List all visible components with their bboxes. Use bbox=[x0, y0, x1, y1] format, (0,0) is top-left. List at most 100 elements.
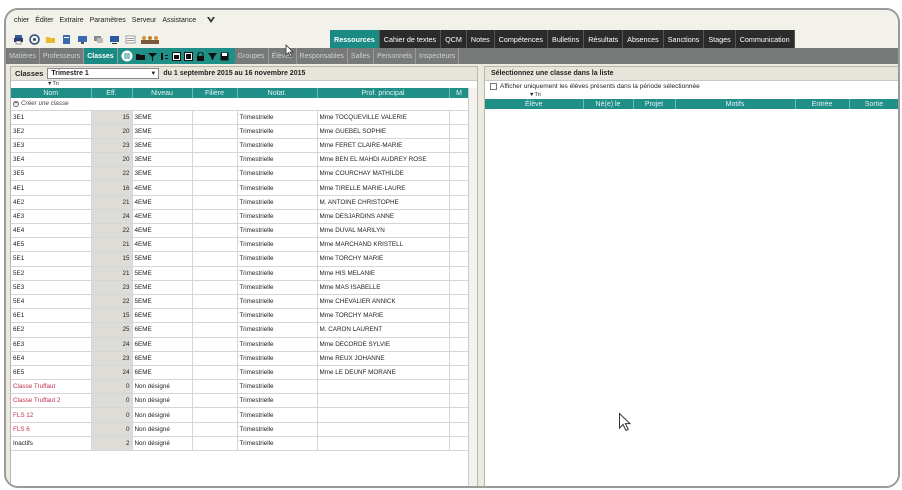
students-sort-indicator[interactable]: ▼Tri bbox=[485, 92, 898, 99]
table-row[interactable]: 3E3 23 3EME Trimestrielle Mme FERET CLAIRE-M… bbox=[11, 138, 470, 154]
table-row[interactable]: 4E2 21 4EME Trimestrielle M. ANTOINE CHRISTO… bbox=[11, 195, 470, 210]
subtab-salles[interactable]: Salles bbox=[348, 48, 374, 64]
column-header-notat[interactable]: Notat. bbox=[237, 88, 318, 98]
tab-notes[interactable]: Notes bbox=[466, 30, 495, 48]
column-header-projet[interactable]: Projet bbox=[633, 99, 676, 109]
menu-fichier[interactable]: chier bbox=[14, 17, 29, 24]
create-class-row[interactable]: + Créer une classe bbox=[11, 98, 470, 111]
subtab-responsables[interactable]: Responsables bbox=[297, 48, 348, 64]
table-row[interactable]: 6E2 25 6EME Trimestrielle M. CARON LAURENT bbox=[11, 322, 470, 338]
trophy-icon[interactable] bbox=[207, 52, 217, 61]
column-header-m[interactable]: M bbox=[449, 88, 470, 98]
tab-qcm[interactable]: QCM bbox=[441, 30, 467, 48]
subtab-classes[interactable]: Classes bbox=[84, 48, 118, 64]
column-header-nom[interactable]: Nom bbox=[11, 88, 92, 98]
tab-bulletins[interactable]: Bulletins bbox=[548, 30, 585, 48]
table-row[interactable]: 5E2 21 5EME Trimestrielle Mme HIS MELANIE bbox=[11, 266, 470, 281]
menu-parametres[interactable]: Paramètres bbox=[90, 17, 126, 24]
table-row[interactable]: 6E1 15 6EME Trimestrielle Mme TORCHY MARIE bbox=[11, 308, 470, 324]
table-row[interactable]: Classe Truffaut 0 Non désigné Trimestrielle bbox=[11, 379, 470, 395]
column-header-motifs[interactable]: Motifs bbox=[675, 99, 796, 109]
cell-niveau: 5EME bbox=[132, 266, 193, 281]
folder-view-icon[interactable] bbox=[135, 52, 145, 61]
table-row[interactable]: 3E5 22 3EME Trimestrielle Mme COURCHAY MATHI… bbox=[11, 166, 470, 182]
column-header-prof-principal[interactable]: Prof. principal bbox=[317, 88, 450, 98]
vertical-scrollbar[interactable] bbox=[468, 88, 477, 486]
email-icon[interactable] bbox=[28, 33, 40, 45]
menu-extraire[interactable]: Extraire bbox=[59, 17, 83, 24]
table-row[interactable]: Classe Truffaut 2 0 Non désigné Trimestriel… bbox=[11, 393, 470, 409]
grid-icon[interactable] bbox=[183, 51, 193, 61]
present-only-option[interactable]: Afficher uniquement les élèves présents … bbox=[485, 81, 898, 92]
table-row[interactable]: 5E3 23 5EME Trimestrielle Mme MAS ISABELLE bbox=[11, 280, 470, 295]
column-header-niveau[interactable]: Niveau bbox=[132, 88, 193, 98]
table-row[interactable]: 3E2 20 3EME Trimestrielle Mme GUEBEL SOPHIE bbox=[11, 124, 470, 139]
subtab-matieres[interactable]: Matières bbox=[6, 48, 40, 64]
tab-competences[interactable]: Compétences bbox=[494, 30, 549, 48]
menu-editer[interactable]: Éditer bbox=[35, 17, 53, 24]
table-row[interactable]: 4E1 16 4EME Trimestrielle Mme TIRELLE MARIE-… bbox=[11, 180, 470, 196]
column-header-entree[interactable]: Entrée bbox=[795, 99, 850, 109]
subtab-groupes[interactable]: Groupes bbox=[235, 48, 269, 64]
cell-eff: 15 bbox=[91, 251, 133, 267]
subtab-personnels[interactable]: Personnels bbox=[374, 48, 417, 64]
table-row[interactable]: Inactifs 2 Non désigné Trimestrielle bbox=[11, 436, 470, 452]
list-view-icon[interactable] bbox=[121, 50, 133, 62]
cell-filiere bbox=[192, 237, 238, 253]
lock-icon[interactable] bbox=[196, 51, 205, 61]
column-header-eff[interactable]: Eff. bbox=[91, 88, 133, 98]
document-icon[interactable] bbox=[60, 33, 72, 45]
tab-ressources[interactable]: Ressources bbox=[330, 30, 380, 48]
sort-indicator[interactable]: ▼Tri bbox=[11, 81, 477, 88]
tab-absences[interactable]: Absences bbox=[623, 30, 664, 48]
cell-notat: Trimestrielle bbox=[237, 365, 318, 381]
users-icon[interactable] bbox=[76, 33, 88, 45]
table-row[interactable]: 6E4 23 6EME Trimestrielle Mme REUX JOHANNE bbox=[11, 351, 470, 366]
table-row[interactable]: 4E5 21 4EME Trimestrielle Mme MARCHAND KRIST… bbox=[11, 237, 470, 253]
list-icon[interactable] bbox=[124, 33, 136, 45]
present-only-checkbox[interactable] bbox=[490, 83, 497, 90]
column-header-eleve[interactable]: Élève bbox=[485, 99, 584, 109]
table-row[interactable]: 4E4 22 4EME Trimestrielle Mme DUVAL MARILYN bbox=[11, 223, 470, 239]
cell-prof-principal: Mme BEN EL MAHDI AUDREY ROSE bbox=[317, 152, 450, 168]
tab-sanctions[interactable]: Sanctions bbox=[663, 30, 705, 48]
menu-serveur[interactable]: Serveur bbox=[132, 17, 157, 24]
column-header-sortie[interactable]: Sortie bbox=[849, 99, 898, 109]
group-icon[interactable] bbox=[140, 33, 160, 45]
subtab-professeurs[interactable]: Professeurs bbox=[40, 48, 85, 64]
folder-icon[interactable] bbox=[44, 33, 56, 45]
column-header-filiere[interactable]: Filière bbox=[192, 88, 238, 98]
save-icon[interactable] bbox=[220, 52, 229, 61]
calendar-icon[interactable] bbox=[171, 51, 181, 61]
subtab-inspecteurs[interactable]: Inspecteurs bbox=[416, 48, 460, 64]
table-row[interactable]: 5E4 22 5EME Trimestrielle Mme CHEVALIER ANNI… bbox=[11, 294, 470, 310]
tab-cahier-de-textes[interactable]: Cahier de textes bbox=[379, 30, 442, 48]
cell-notat: Trimestrielle bbox=[237, 223, 318, 239]
column-header-ne-le[interactable]: Né(e) le bbox=[583, 99, 634, 109]
table-row[interactable]: 4E3 24 4EME Trimestrielle Mme DESJARDINS ANN… bbox=[11, 209, 470, 225]
table-row[interactable]: 3E4 20 3EME Trimestrielle Mme BEN EL MAHDI A… bbox=[11, 152, 470, 168]
menu-assistance[interactable]: Assistance bbox=[162, 17, 196, 24]
cell-niveau: 4EME bbox=[132, 195, 193, 210]
table-row[interactable]: 3E1 15 3EME Trimestrielle Mme TOCQUEVILLE VA… bbox=[11, 110, 470, 125]
cell-eff: 20 bbox=[91, 124, 133, 139]
period-select[interactable]: Trimestre 1 ▼ bbox=[47, 68, 160, 79]
table-row[interactable]: 6E5 24 6EME Trimestrielle Mme LE DEUNF MORAN… bbox=[11, 365, 470, 381]
table-row[interactable]: FLS 6 0 Non désigné Trimestrielle bbox=[11, 422, 470, 437]
cell-m bbox=[449, 195, 470, 210]
table-row[interactable]: 5E1 15 5EME Trimestrielle Mme TORCHY MARIE bbox=[11, 251, 470, 267]
table-row[interactable]: FLS 12 0 Non désigné Trimestrielle bbox=[11, 407, 470, 423]
table-row[interactable]: 6E3 24 6EME Trimestrielle Mme DECORDE SYLVIE bbox=[11, 337, 470, 352]
tab-stages[interactable]: Stages bbox=[704, 30, 736, 48]
tab-communication[interactable]: Communication bbox=[735, 30, 795, 48]
add-icon: + bbox=[13, 101, 19, 108]
chat-icon[interactable] bbox=[92, 33, 104, 45]
filter-icon[interactable] bbox=[147, 52, 157, 61]
tab-resultats[interactable]: Résultats bbox=[584, 30, 624, 48]
sort-icon[interactable] bbox=[160, 52, 169, 61]
monitor-icon[interactable] bbox=[108, 33, 120, 45]
cell-nom: 5E1 bbox=[11, 251, 92, 267]
cell-eff: 21 bbox=[91, 195, 133, 210]
cell-niveau: Non désigné bbox=[132, 393, 193, 409]
print-icon[interactable] bbox=[12, 33, 24, 45]
